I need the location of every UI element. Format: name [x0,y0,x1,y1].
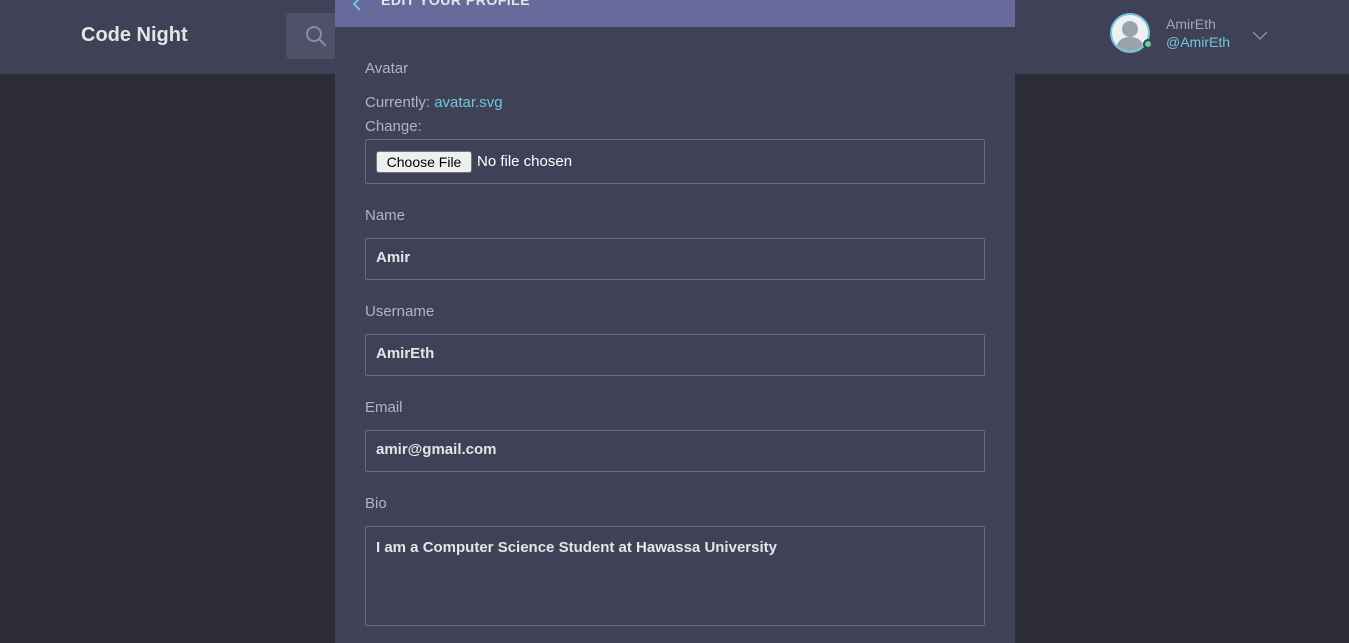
name-label: Name [365,207,406,224]
online-status-dot [1143,39,1153,49]
user-name: AmirEth [1166,16,1216,32]
email-label: Email [365,399,403,416]
username-field[interactable]: AmirEth [365,334,985,376]
current-avatar-row: Currently: avatar.svg [365,94,503,111]
edit-profile-panel: EDIT YOUR PROFILE Avatar Currently: avat… [335,0,1015,643]
no-file-text: No file chosen [477,153,573,170]
arrow-left-icon[interactable] [351,0,363,20]
panel-header: EDIT YOUR PROFILE [335,0,1015,27]
username-label: Username [365,303,435,320]
choose-file-button[interactable]: Choose File [376,151,472,173]
bio-label: Bio [365,495,387,512]
panel-title: EDIT YOUR PROFILE [381,0,531,8]
user-handle: @AmirEth [1166,34,1230,50]
email-field[interactable]: amir@gmail.com [365,430,985,472]
app-logo[interactable]: Code Night [81,24,188,47]
currently-label: Currently: [365,94,431,111]
name-field[interactable]: Amir [365,238,985,280]
bio-textarea[interactable]: I am a Computer Science Student at Hawas… [365,526,985,626]
avatar-file-input[interactable]: Choose File No file chosen [365,139,985,184]
current-avatar-link[interactable]: avatar.svg [434,94,502,111]
avatar-label: Avatar [365,60,409,77]
change-label: Change: [365,118,422,135]
chevron-down-icon[interactable] [1252,26,1268,45]
search-icon [306,26,326,46]
user-menu[interactable]: AmirEth @AmirEth [1110,12,1280,56]
